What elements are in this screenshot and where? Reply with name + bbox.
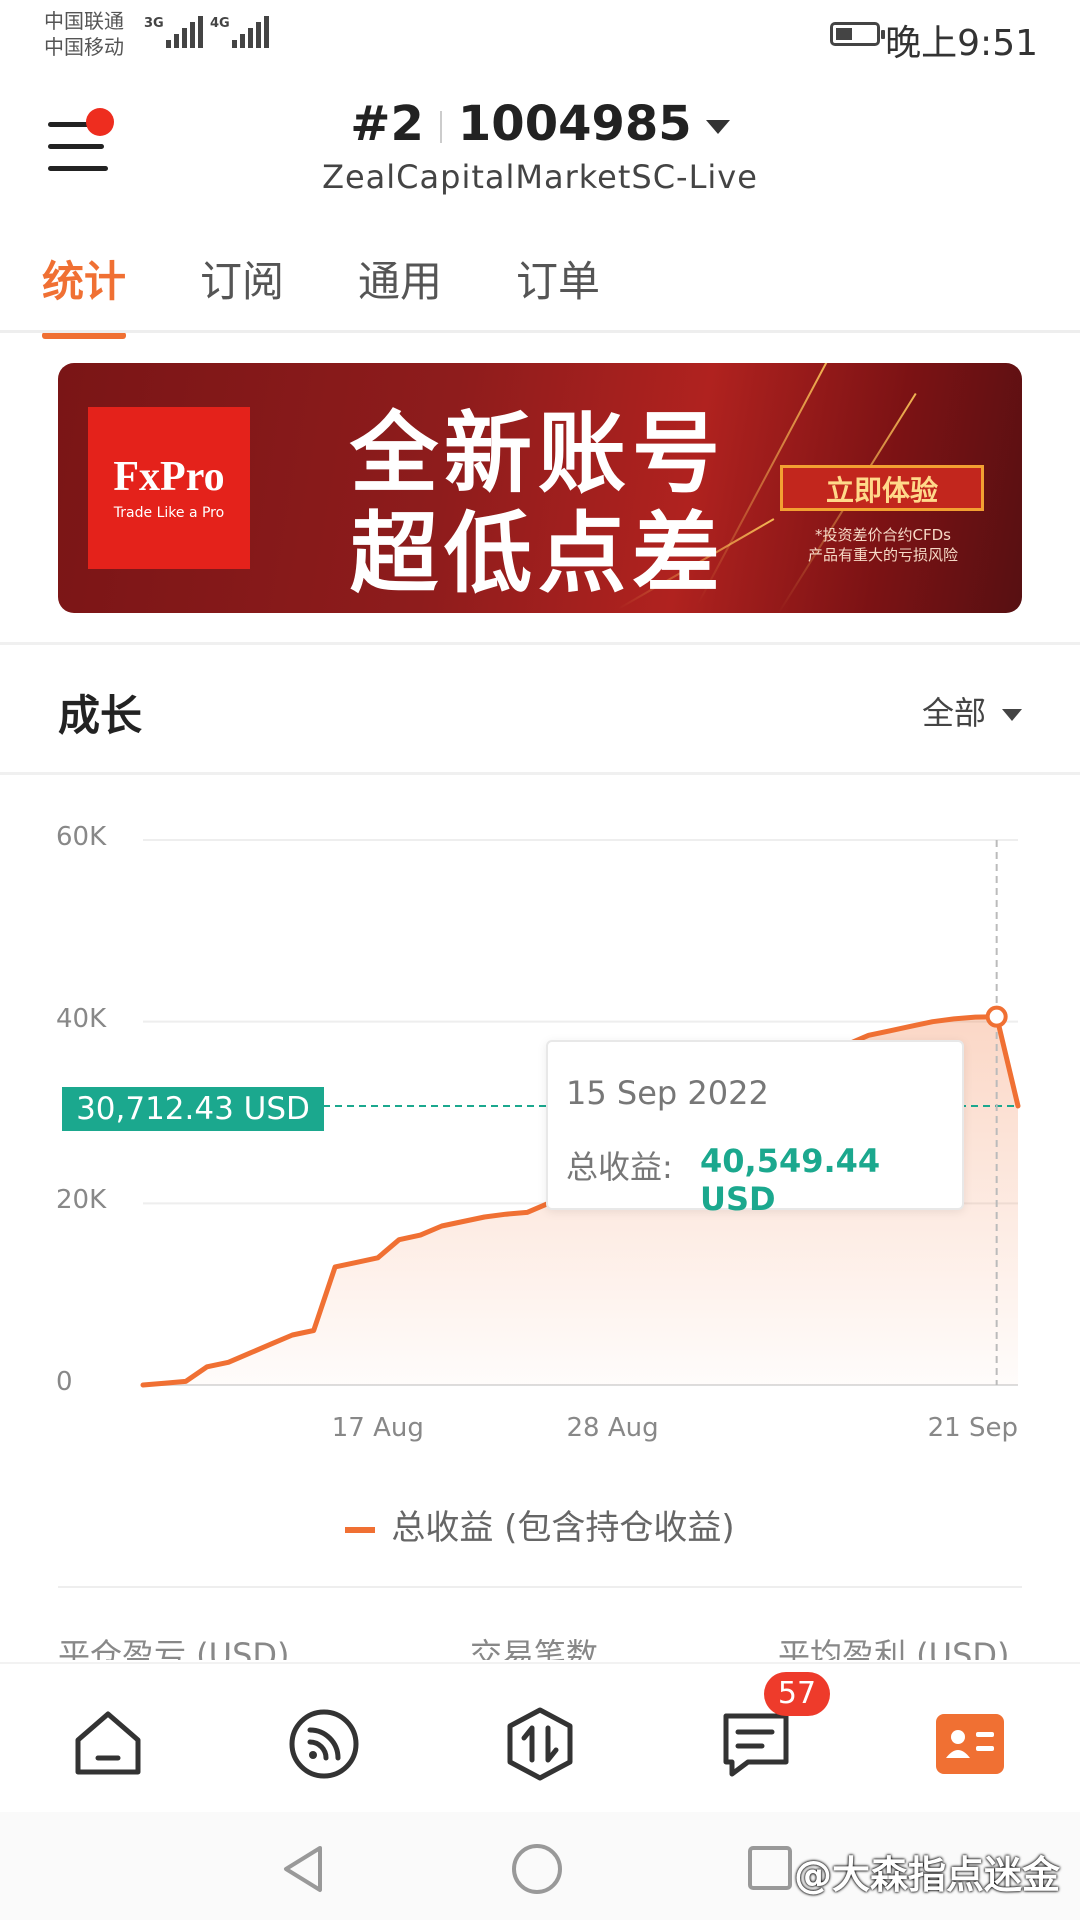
legend-label: 总收益 (包含持仓收益) [391,1508,735,1548]
highlight-point [985,1005,1008,1028]
tooltip-label: 总收益: [566,1148,673,1186]
range-label: 全部 [921,694,986,732]
y-tick-label: 0 [56,1367,73,1397]
stat-header-avg-profit: 平均盈利 (USD) [778,1636,1010,1660]
account-index: #2 [350,96,424,152]
stats-divider [58,1586,1022,1588]
x-tick-label: 28 Aug [566,1413,659,1443]
tab-statistics[interactable]: 统计 [42,248,127,339]
recents-icon[interactable] [746,1844,794,1892]
tab-general[interactable]: 通用 [358,248,442,339]
x-tick-label: 17 Aug [331,1413,424,1443]
y-tick-label: 40K [56,1003,107,1034]
stat-header-trade-count: 交易笔数 [470,1636,599,1660]
stat-header-closed-pnl: 平仓盈亏 (USD) [58,1636,290,1660]
fxpro-tagline: Trade Like a Pro [113,505,225,521]
status-bar: 中国联通 中国移动 3G 4G 晚上9:51 [0,0,1080,80]
tab-bar: 统计 订阅 通用 订单 [42,248,674,339]
watermark: @大森指点迷金 [793,1853,1060,1897]
tab-subscription[interactable]: 订阅 [200,248,284,339]
profile-icon[interactable] [932,1706,1008,1782]
tooltip-value: 40,549.44 USD [700,1142,881,1218]
messages-icon[interactable] [718,1706,794,1782]
banner-disclaimer-1: *投资差价合约CFDs [815,526,951,544]
tooltip-date: 15 Sep 2022 [566,1074,769,1112]
banner-disclaimer: *投资差价合约CFDs 产品有重大的亏损风险 [763,525,1003,565]
fxpro-logo-text: FxPro [113,454,225,500]
banner-disclaimer-2: 产品有重大的亏损风险 [807,546,958,564]
feed-icon[interactable] [286,1706,362,1782]
chart-tooltip: 15 Sep 2022 总收益: 40,549.44 USD [546,1040,964,1218]
growth-title: 成长 [58,691,143,740]
carrier-2: 中国移动 [44,35,124,59]
account-number: 1004985 [457,96,692,152]
trade-icon[interactable] [502,1706,578,1782]
messages-badge: 57 [764,1672,830,1716]
network-type-2: 4G [210,16,230,31]
battery-icon [830,22,885,46]
range-selector[interactable]: 全部 [922,688,1022,734]
tab-divider [0,330,1080,333]
banner-headline-2: 超低点差 [350,502,727,605]
caret-down-icon [705,120,730,134]
server-name: ZealCapitalMarketSC-Live [322,158,758,196]
home-circle-icon[interactable] [510,1842,564,1896]
account-selector[interactable]: #2 1004985 [0,96,1080,152]
status-time: 晚上9:51 [885,23,1038,64]
caret-down-icon [1002,709,1022,721]
current-value-badge: 30,712.43 USD [62,1087,324,1131]
carrier-1: 中国联通 [44,9,124,33]
back-icon[interactable] [280,1844,326,1894]
bottom-nav [0,1662,1080,1812]
x-tick-label: 21 Sep [927,1413,1018,1443]
network-type-1: 3G [144,16,164,31]
y-tick-label: 20K [56,1185,107,1216]
section-divider [0,772,1080,775]
tab-orders[interactable]: 订单 [516,248,600,339]
banner-cta-button[interactable]: 立即体验 [780,465,984,511]
section-divider [0,642,1080,645]
fxpro-logo: FxPro Trade Like a Pro [88,407,250,569]
y-tick-label: 60K [56,822,107,852]
home-icon[interactable] [70,1706,146,1782]
promo-banner[interactable]: FxPro Trade Like a Pro 全新账号 超低点差 立即体验 *投… [58,363,1022,613]
legend-swatch [345,1526,376,1533]
chart-legend: 总收益 (包含持仓收益) [0,1500,1080,1549]
